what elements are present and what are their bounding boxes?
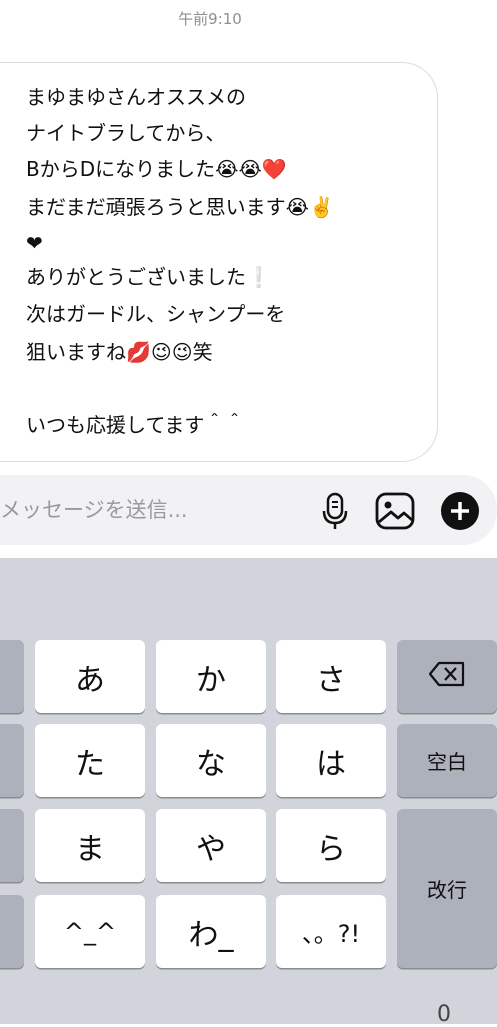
message-input[interactable] (0, 489, 300, 531)
return-key[interactable]: 改行 (397, 809, 497, 968)
message-timestamp: 午前9:10 (178, 10, 242, 28)
keyboard-left-key[interactable] (0, 809, 24, 882)
key-ka[interactable]: か (156, 640, 266, 713)
key-ra[interactable]: ら (276, 809, 386, 882)
message-line: BからDになりました😭😭❤️ (26, 157, 287, 181)
keyboard: あ か さ た な は 空白 ま や ら 改行 ^_^ わ_ 、。?! (0, 558, 497, 1024)
message-line: 次はガードル、シャンプーを (26, 302, 286, 326)
key-ha[interactable]: は (276, 724, 386, 797)
keyboard-bottom-glyph: 0 (437, 1002, 451, 1027)
message-composer (0, 475, 497, 545)
add-icon[interactable] (440, 491, 480, 531)
key-ya[interactable]: や (156, 809, 266, 882)
key-punctuation[interactable]: 、。?! (276, 895, 386, 968)
keyboard-left-key[interactable] (0, 640, 24, 713)
message-line: いつも応援してます＾＾ (26, 413, 245, 437)
space-key[interactable]: 空白 (397, 724, 497, 797)
keyboard-left-key[interactable] (0, 724, 24, 797)
key-sa[interactable]: さ (276, 640, 386, 713)
gallery-icon[interactable] (375, 491, 415, 531)
backspace-key[interactable] (397, 640, 497, 713)
message-bubble[interactable]: まゆまゆさんオススメの ナイトブラしてから、 BからDになりました😭😭❤️ まだ… (0, 62, 438, 462)
key-na[interactable]: な (156, 724, 266, 797)
key-wa[interactable]: わ_ (156, 895, 266, 968)
message-line: ナイトブラしてから、 (26, 121, 226, 145)
backspace-icon (428, 661, 466, 692)
key-ma[interactable]: ま (35, 809, 145, 882)
message-line: まゆまゆさんオススメの (26, 85, 246, 109)
keyboard-left-key[interactable] (0, 895, 24, 968)
microphone-icon[interactable] (315, 491, 355, 531)
key-ta[interactable]: た (35, 724, 145, 797)
message-line: まだまだ頑張ろうと思います😭✌️ (26, 195, 334, 219)
message-line: 狙いますね💋😉😉笑 (26, 340, 213, 364)
message-line: ありがとうございました❕ (26, 265, 271, 289)
key-emoticon[interactable]: ^_^ (35, 895, 145, 968)
message-line: ❤ (26, 231, 43, 255)
key-a[interactable]: あ (35, 640, 145, 713)
